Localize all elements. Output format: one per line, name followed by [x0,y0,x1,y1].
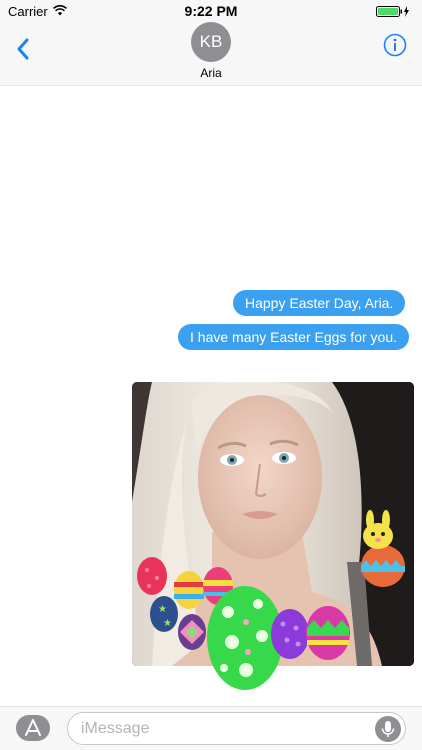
portrait-photo [132,382,414,666]
contact-name[interactable]: Aria [0,66,422,80]
status-bar: Carrier 9:22 PM [0,0,422,22]
compose-bar: iMessage [0,706,422,750]
message-bubble[interactable]: I have many Easter Eggs for you. [178,324,409,350]
message-bubble[interactable]: Happy Easter Day, Aria. [233,290,406,316]
conversation-header: KB Aria [0,22,422,86]
microphone-icon[interactable] [375,716,401,742]
info-icon[interactable] [383,33,407,57]
avatar[interactable]: KB [191,22,231,62]
battery-icon [376,6,409,17]
photo-attachment[interactable] [132,382,414,666]
charging-bolt-icon [404,6,409,17]
chevron-left-icon[interactable] [12,34,34,64]
app-store-icon[interactable] [16,715,50,741]
message-input[interactable]: iMessage [67,712,406,745]
clock: 9:22 PM [184,3,238,19]
message-placeholder: iMessage [81,720,150,737]
